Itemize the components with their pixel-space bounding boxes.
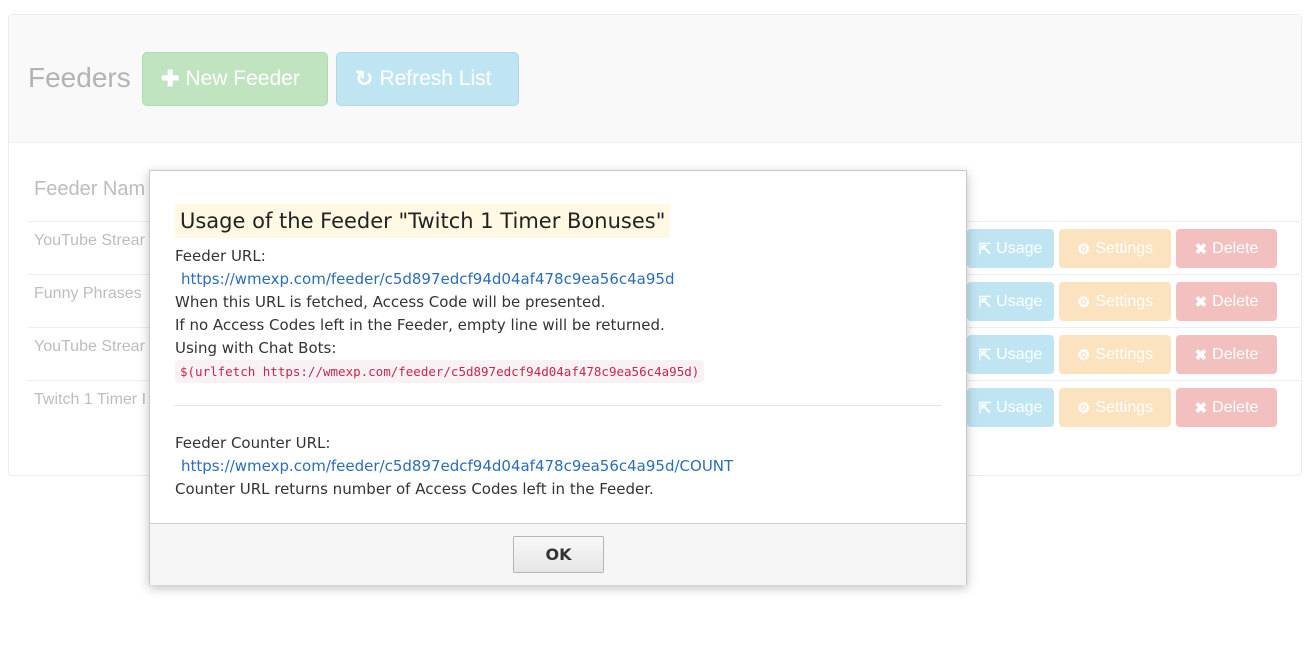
share-icon: ⇱	[978, 346, 992, 364]
usage-dialog: Usage of the Feeder "Twitch 1 Timer Bonu…	[149, 170, 967, 585]
usage-label: Usage	[996, 345, 1043, 363]
refresh-list-label: Refresh List	[379, 67, 492, 90]
feeder-name: Funny Phrases	[34, 285, 142, 302]
close-icon: ✖	[1194, 346, 1208, 364]
delete-button[interactable]: ✖ Delete	[1176, 335, 1277, 374]
plus-icon: ✚	[161, 66, 180, 91]
column-header-feeder-name: Feeder Nam	[34, 178, 146, 200]
delete-button[interactable]: ✖ Delete	[1176, 388, 1277, 427]
delete-label: Delete	[1212, 239, 1259, 257]
new-feeder-label: New Feeder	[185, 67, 300, 90]
delete-label: Delete	[1212, 345, 1259, 363]
gear-icon: ⚙	[1076, 240, 1091, 258]
gear-icon: ⚙	[1076, 399, 1091, 417]
feeder-name: Twitch 1 Timer I	[34, 391, 147, 408]
divider	[174, 405, 942, 406]
close-icon: ✖	[1194, 399, 1208, 417]
empty-description: If no Access Codes left in the Feeder, e…	[175, 316, 665, 334]
settings-label: Settings	[1095, 292, 1154, 310]
delete-button[interactable]: ✖ Delete	[1176, 282, 1277, 321]
chatbot-code-snippet: $(urlfetch https://wmexp.com/feeder/c5d8…	[175, 360, 705, 383]
usage-label: Usage	[996, 292, 1043, 310]
delete-label: Delete	[1212, 292, 1259, 310]
chatbots-label: Using with Chat Bots:	[175, 339, 337, 357]
settings-button[interactable]: ⚙ Settings	[1059, 335, 1171, 374]
close-icon: ✖	[1194, 293, 1208, 311]
ok-button[interactable]: OK	[513, 536, 604, 573]
usage-label: Usage	[996, 398, 1043, 416]
delete-label: Delete	[1212, 398, 1259, 416]
gear-icon: ⚙	[1076, 293, 1091, 311]
dialog-title: Usage of the Feeder "Twitch 1 Timer Bonu…	[175, 204, 671, 238]
share-icon: ⇱	[978, 293, 992, 311]
usage-button[interactable]: ⇱ Usage	[967, 388, 1054, 427]
panel-header: Feeders ✚ New Feeder ↻ Refresh List	[9, 15, 1301, 143]
delete-button[interactable]: ✖ Delete	[1176, 229, 1277, 268]
settings-button[interactable]: ⚙ Settings	[1059, 388, 1171, 427]
gear-icon: ⚙	[1076, 346, 1091, 364]
counter-url-label: Feeder Counter URL:	[175, 434, 331, 452]
feeder-name: YouTube Strear	[34, 232, 145, 249]
settings-button[interactable]: ⚙ Settings	[1059, 282, 1171, 321]
settings-label: Settings	[1095, 398, 1154, 416]
feeder-url-label: Feeder URL:	[175, 247, 266, 265]
share-icon: ⇱	[978, 240, 992, 258]
feeder-name: YouTube Strear	[34, 338, 145, 355]
counter-url-link[interactable]: https://wmexp.com/feeder/c5d897edcf94d04…	[181, 456, 733, 476]
counter-description: Counter URL returns number of Access Cod…	[175, 480, 654, 498]
new-feeder-button[interactable]: ✚ New Feeder	[142, 52, 328, 106]
refresh-list-button[interactable]: ↻ Refresh List	[336, 52, 519, 106]
settings-label: Settings	[1095, 345, 1154, 363]
settings-button[interactable]: ⚙ Settings	[1059, 229, 1171, 268]
page-title: Feeders	[28, 62, 131, 93]
usage-button[interactable]: ⇱ Usage	[967, 229, 1054, 268]
usage-button[interactable]: ⇱ Usage	[967, 335, 1054, 374]
close-icon: ✖	[1194, 240, 1208, 258]
usage-button[interactable]: ⇱ Usage	[967, 282, 1054, 321]
feeder-url-link[interactable]: https://wmexp.com/feeder/c5d897edcf94d04…	[181, 269, 674, 289]
refresh-icon: ↻	[355, 66, 374, 91]
dialog-body: Usage of the Feeder "Twitch 1 Timer Bonu…	[150, 171, 966, 523]
share-icon: ⇱	[978, 399, 992, 417]
dialog-footer: OK	[150, 523, 966, 585]
usage-label: Usage	[996, 239, 1043, 257]
settings-label: Settings	[1095, 239, 1154, 257]
fetch-description: When this URL is fetched, Access Code wi…	[175, 293, 606, 311]
